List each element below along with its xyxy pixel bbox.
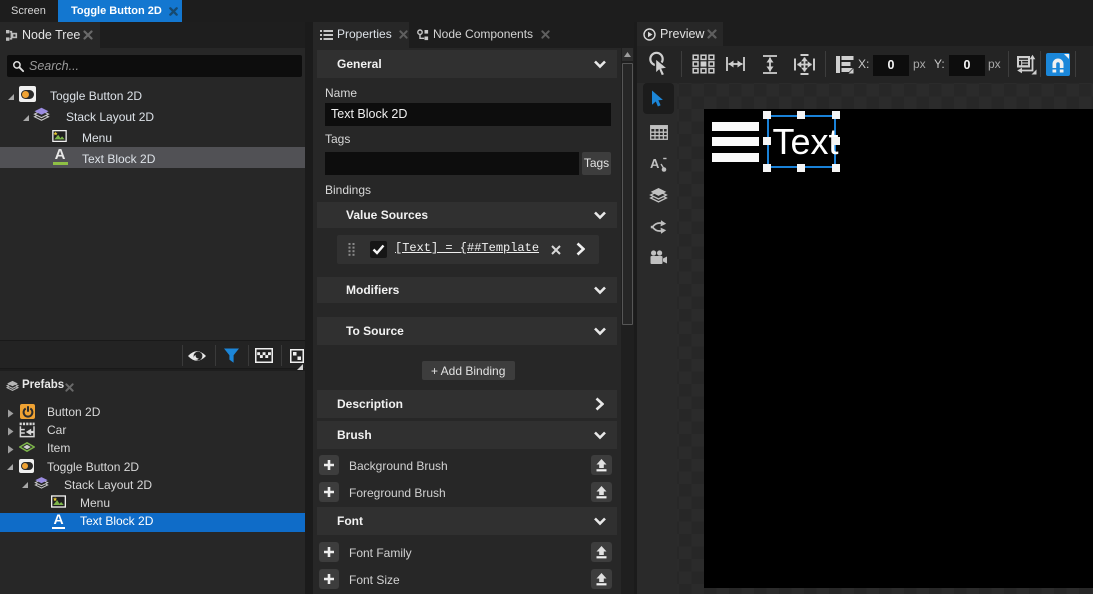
svg-text:A: A — [650, 156, 660, 171]
